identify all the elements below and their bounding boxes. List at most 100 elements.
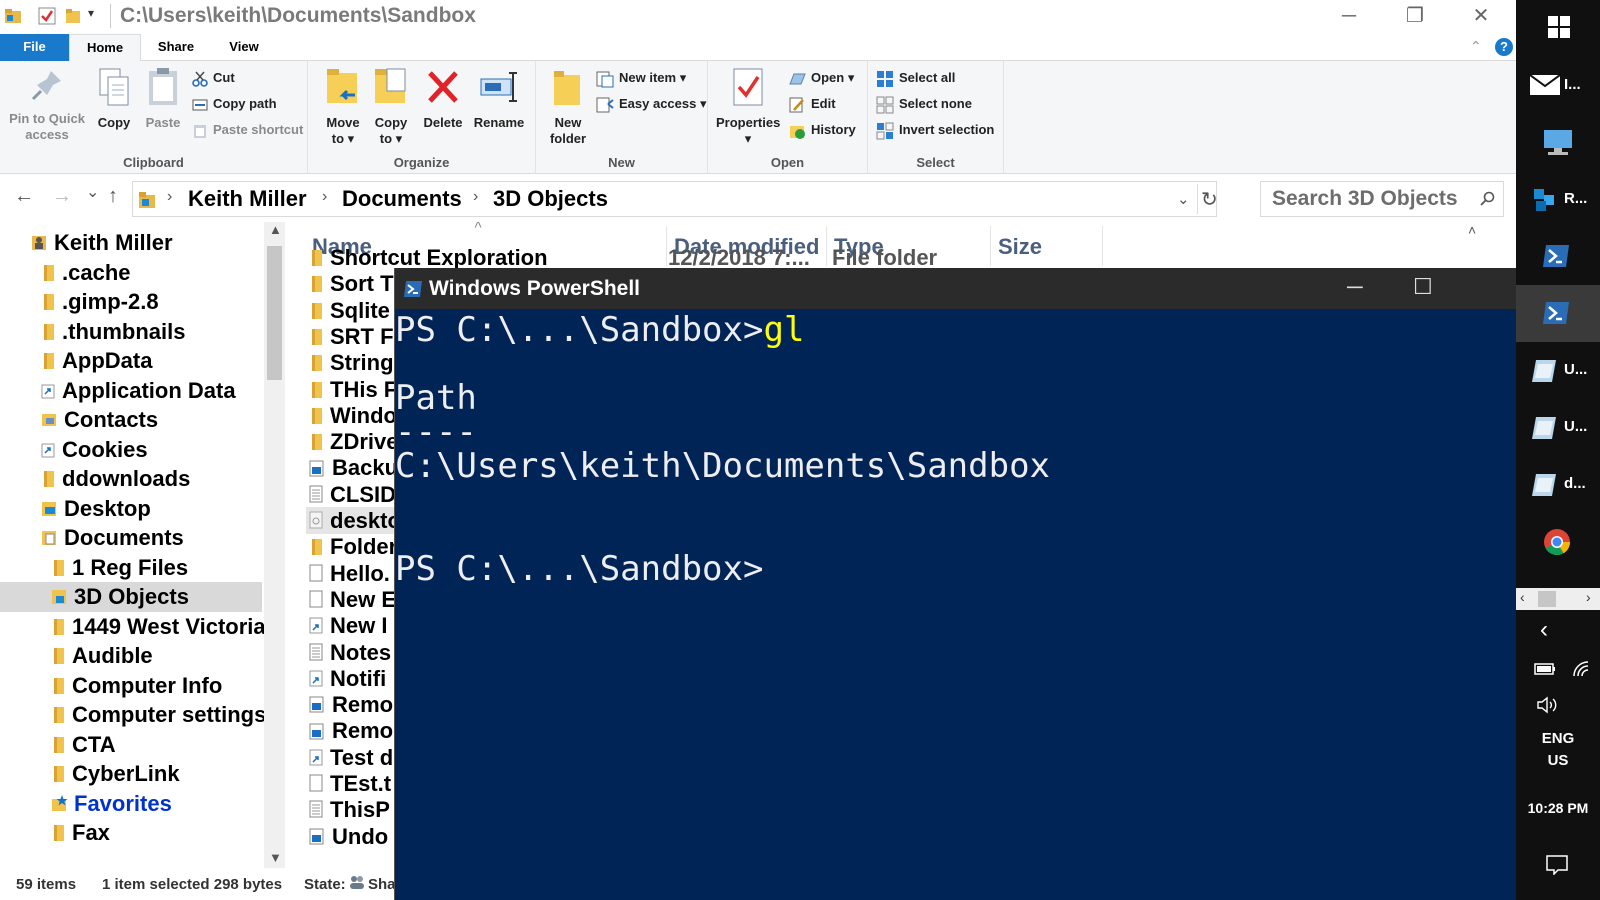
taskbar-item-u-1[interactable]: U... bbox=[1516, 342, 1600, 399]
refresh-button[interactable]: ↻ bbox=[1201, 187, 1218, 212]
new-folder-quick-icon[interactable] bbox=[64, 7, 82, 30]
copy-path-button[interactable]: Copy path bbox=[192, 93, 277, 115]
tree-item[interactable]: Desktop bbox=[0, 494, 262, 524]
navigation-pane-scrollbar[interactable]: ▲ ▼ bbox=[264, 222, 285, 868]
tree-item[interactable]: ddownloads bbox=[0, 464, 262, 494]
collapse-ribbon-icon[interactable]: ⌃ bbox=[1470, 38, 1482, 55]
search-box[interactable]: Search 3D Objects bbox=[1260, 181, 1504, 217]
tree-item[interactable]: Contacts bbox=[0, 405, 262, 435]
taskbar-item-remote-desktop[interactable] bbox=[1516, 114, 1600, 171]
help-icon[interactable]: ? bbox=[1495, 38, 1513, 56]
tree-item[interactable]: 3D Objects bbox=[0, 582, 262, 612]
taskbar-item-mail[interactable]: I... bbox=[1516, 57, 1600, 114]
paste-button[interactable]: Paste bbox=[140, 67, 186, 131]
history-button[interactable]: History bbox=[788, 119, 856, 141]
scroll-down-icon[interactable]: ▼ bbox=[269, 850, 282, 865]
tree-item[interactable]: AppData bbox=[0, 346, 262, 376]
powershell-window[interactable]: Windows PowerShell ─ ☐ PS C:\...\Sandbox… bbox=[394, 268, 1516, 900]
up-button[interactable]: ↑ bbox=[108, 185, 118, 208]
taskbar-item-chrome[interactable] bbox=[1516, 513, 1600, 570]
tree-item[interactable]: .gimp-2.8 bbox=[0, 287, 262, 317]
close-button[interactable]: ✕ bbox=[1448, 0, 1514, 34]
properties-quick-icon[interactable] bbox=[38, 7, 56, 30]
file-row[interactable]: Shortcut Exploration 12/2/2018 7:... File … bbox=[306, 244, 1106, 271]
tab-view[interactable]: View bbox=[211, 34, 277, 61]
paste-shortcut-button[interactable]: Paste shortcut bbox=[192, 119, 303, 141]
tree-item[interactable]: Keith Miller bbox=[0, 228, 262, 258]
select-none-button[interactable]: Select none bbox=[876, 93, 972, 115]
minimize-button[interactable]: ─ bbox=[1316, 0, 1382, 34]
tab-share[interactable]: Share bbox=[141, 34, 211, 61]
search-icon[interactable] bbox=[1479, 191, 1495, 212]
region-indicator[interactable]: US bbox=[1516, 752, 1600, 769]
tab-home[interactable]: Home bbox=[69, 34, 141, 62]
action-center-icon[interactable] bbox=[1546, 855, 1568, 875]
tree-item[interactable]: Application Data bbox=[0, 376, 262, 406]
tree-item[interactable]: Documents bbox=[0, 523, 262, 553]
scroll-up-icon[interactable]: ▲ bbox=[269, 222, 282, 237]
new-folder-button[interactable]: New folder bbox=[544, 67, 592, 147]
tree-item[interactable]: .thumbnails bbox=[0, 317, 262, 347]
restore-button[interactable]: ❐ bbox=[1382, 0, 1448, 34]
scrollbar-thumb[interactable] bbox=[267, 246, 282, 380]
back-button[interactable]: ← bbox=[14, 185, 34, 208]
language-indicator[interactable]: ENG bbox=[1516, 730, 1600, 747]
customize-qat-icon[interactable]: ▾ bbox=[88, 6, 94, 20]
forward-button[interactable]: → bbox=[52, 185, 72, 208]
show-hidden-icons-chevron-icon[interactable]: ‹ bbox=[1540, 616, 1548, 644]
address-bar[interactable]: › Keith Miller › Documents › 3D Objects … bbox=[132, 181, 1218, 217]
tree-item[interactable]: Audible bbox=[0, 641, 262, 671]
breadcrumb-keith-miller[interactable]: Keith Miller bbox=[188, 186, 307, 212]
invert-selection-button[interactable]: Invert selection bbox=[876, 119, 994, 141]
volume-icon[interactable] bbox=[1536, 696, 1560, 714]
rename-button[interactable]: Rename bbox=[468, 67, 530, 131]
taskbar-scroll-left-icon[interactable]: ‹ bbox=[1520, 589, 1525, 605]
powershell-minimize-button[interactable]: ─ bbox=[1347, 274, 1363, 300]
taskbar-scrollbar[interactable]: ‹ › bbox=[1516, 588, 1600, 610]
tree-item[interactable]: Computer Info bbox=[0, 671, 262, 701]
tree-item[interactable]: .cache bbox=[0, 258, 262, 288]
battery-icon[interactable] bbox=[1534, 662, 1556, 676]
start-button[interactable] bbox=[1516, 0, 1600, 57]
wifi-icon[interactable] bbox=[1572, 660, 1592, 678]
taskbar-item-r[interactable]: R... bbox=[1516, 171, 1600, 228]
edit-button[interactable]: Edit bbox=[788, 93, 836, 115]
taskbar-item-powershell-2[interactable] bbox=[1516, 285, 1600, 342]
recent-locations-button[interactable]: ⌄ bbox=[86, 182, 99, 202]
tree-item[interactable]: 1449 West Victoria bbox=[0, 612, 266, 642]
new-item-button[interactable]: New item ▾ bbox=[596, 67, 686, 89]
tree-item[interactable]: Favorites bbox=[0, 789, 262, 819]
select-all-button[interactable]: Select all bbox=[876, 67, 955, 89]
tree-item[interactable]: Cookies bbox=[0, 435, 262, 465]
tree-item[interactable]: CyberLink bbox=[0, 759, 262, 789]
taskbar-scroll-thumb[interactable] bbox=[1538, 591, 1556, 607]
console-line-prompt-2[interactable]: PS C:\...\Sandbox> bbox=[395, 549, 763, 589]
easy-access-button[interactable]: Easy access ▾ bbox=[596, 93, 707, 115]
clock[interactable]: 10:28 PM bbox=[1516, 800, 1600, 816]
explorer-app-icon[interactable] bbox=[4, 7, 22, 30]
open-button[interactable]: Open ▾ bbox=[788, 67, 854, 89]
taskbar-scroll-right-icon[interactable]: › bbox=[1586, 589, 1591, 605]
taskbar-item-u-2[interactable]: U... bbox=[1516, 399, 1600, 456]
powershell-title-bar[interactable]: Windows PowerShell ─ ☐ bbox=[395, 268, 1516, 309]
pin-to-quick-access-button[interactable]: Pin to Quick access bbox=[6, 67, 88, 143]
tree-item[interactable]: Fax bbox=[0, 818, 262, 848]
taskbar-item-powershell-1[interactable] bbox=[1516, 228, 1600, 285]
breadcrumb-3d-objects[interactable]: 3D Objects bbox=[493, 186, 608, 212]
move-to-button[interactable]: Move to ▾ bbox=[322, 67, 364, 147]
cut-button[interactable]: Cut bbox=[192, 67, 235, 89]
address-dropdown-icon[interactable]: ⌄ bbox=[1177, 190, 1190, 208]
tree-item[interactable]: CTA bbox=[0, 730, 262, 760]
powershell-maximize-button[interactable]: ☐ bbox=[1413, 274, 1433, 300]
tree-item[interactable]: Computer settings bbox=[0, 700, 266, 730]
breadcrumb-documents[interactable]: Documents bbox=[342, 186, 462, 212]
filelist-scroll-up-icon[interactable]: ˄ bbox=[1468, 222, 1476, 238]
tree-item[interactable]: 1 Reg Files bbox=[0, 553, 262, 583]
properties-button[interactable]: Properties ▾ bbox=[716, 67, 780, 147]
delete-button[interactable]: Delete bbox=[420, 67, 466, 131]
copy-to-button[interactable]: Copy to ▾ bbox=[370, 67, 412, 147]
taskbar-item-d[interactable]: d... bbox=[1516, 456, 1600, 513]
navigation-pane[interactable]: Keith Miller .cache .gimp-2.8 .thumbnails Ap… bbox=[0, 222, 287, 868]
tab-file[interactable]: File bbox=[0, 34, 69, 61]
copy-button[interactable]: Copy bbox=[92, 67, 136, 131]
